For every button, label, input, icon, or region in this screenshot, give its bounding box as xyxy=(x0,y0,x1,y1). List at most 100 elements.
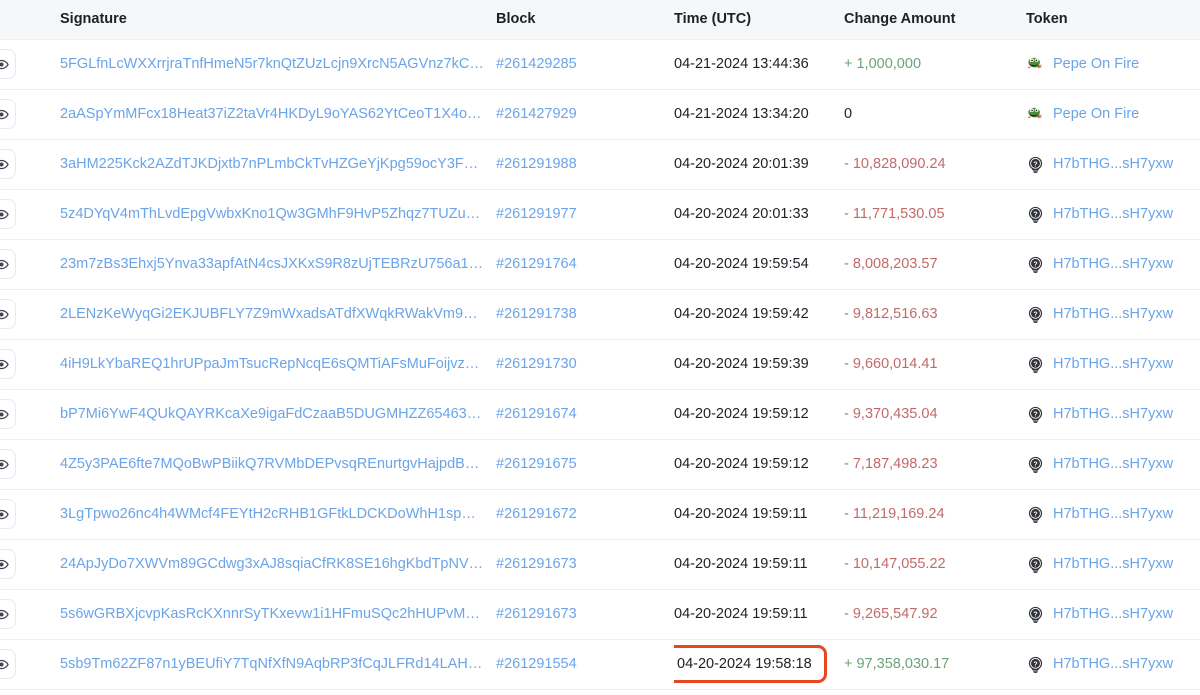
signature-link[interactable]: 5FGLfnLcWXXrrjraTnfHmeN5r7knQtZUzLcjn9Xr… xyxy=(60,56,485,72)
block-link[interactable]: #261291554 xyxy=(496,656,577,672)
time-cell: 04-20-2024 19:59:39 xyxy=(674,339,844,390)
signature-link[interactable]: 4iH9LkYbaREQ1hrUPpaJmTsucRepNcqE6sQMTiAF… xyxy=(60,356,485,372)
block-link[interactable]: #261291738 xyxy=(496,306,577,322)
token-cell: ? H7bTHG...sH7yxw xyxy=(1026,639,1200,690)
block-link[interactable]: #261291675 xyxy=(496,456,577,472)
signature-cell: 5s6wGRBXjcvpKasRcKXnnrSyTKxevw1i1HFmuSQc… xyxy=(30,589,496,640)
time-value: 04-20-2024 19:59:11 xyxy=(674,506,808,522)
eye-icon[interactable] xyxy=(0,149,16,179)
transactions-table-container: Signature Block Time (UTC) Change Amount… xyxy=(0,0,1200,695)
signature-cell: 4Z5y3PAE6fte7MQoBwPBiikQ7RVMbDEPvsqREnur… xyxy=(30,439,496,490)
time-value: 04-21-2024 13:34:20 xyxy=(674,106,809,122)
change-amount-cell: + 97,358,030.17 xyxy=(844,639,1026,690)
block-link[interactable]: #261291988 xyxy=(496,156,577,172)
unknown-token-icon: ? xyxy=(1026,655,1045,674)
token-link[interactable]: H7bTHG...sH7yxw xyxy=(1053,406,1173,422)
row-expand-cell xyxy=(0,339,30,390)
block-link[interactable]: #261291674 xyxy=(496,406,577,422)
table-row[interactable]: 23m7zBs3Ehxj5Ynva33apfAtN4csJXKxS9R8zUjT… xyxy=(0,239,1200,290)
signature-link[interactable]: 5sb9Tm62ZF87n1yBEUfiY7TqNfXfN9AqbRP3fCqJ… xyxy=(60,656,485,672)
block-cell: #261291674 xyxy=(496,389,674,440)
eye-icon[interactable] xyxy=(0,449,16,479)
eye-icon[interactable] xyxy=(0,299,16,329)
token-link[interactable]: H7bTHG...sH7yxw xyxy=(1053,206,1173,222)
block-link[interactable]: #261429285 xyxy=(496,56,577,72)
signature-link[interactable]: 24ApJyDo7XWVm89GCdwg3xAJ8sqiaCfRK8SE16hg… xyxy=(60,556,485,572)
token-link[interactable]: H7bTHG...sH7yxw xyxy=(1053,506,1173,522)
table-row[interactable]: bP7Mi6YwF4QUkQAYRKcaXe9igaFdCzaaB5DUGMHZ… xyxy=(0,389,1200,440)
table-row[interactable]: 2aASpYmMFcx18Heat37iZ2taVr4HKDyL9oYAS62Y… xyxy=(0,89,1200,140)
token-link[interactable]: H7bTHG...sH7yxw xyxy=(1053,556,1173,572)
block-link[interactable]: #261427929 xyxy=(496,106,577,122)
signature-cell: 3aHM225Kck2AZdTJKDjxtb7nPLmbCkTvHZGeYjKp… xyxy=(30,139,496,190)
eye-icon[interactable] xyxy=(0,349,16,379)
block-link[interactable]: #261291672 xyxy=(496,506,577,522)
svg-text:?: ? xyxy=(1033,161,1037,168)
signature-cell: bP7Mi6YwF4QUkQAYRKcaXe9igaFdCzaaB5DUGMHZ… xyxy=(30,389,496,440)
signature-link[interactable]: 4Z5y3PAE6fte7MQoBwPBiikQ7RVMbDEPvsqREnur… xyxy=(60,456,485,472)
time-cell: 04-20-2024 19:59:12 xyxy=(674,389,844,440)
transactions-table: Signature Block Time (UTC) Change Amount… xyxy=(0,0,1200,690)
table-row[interactable]: 24ApJyDo7XWVm89GCdwg3xAJ8sqiaCfRK8SE16hg… xyxy=(0,539,1200,590)
table-row[interactable]: 2LENzKeWyqGi2EKJUBFLY7Z9mWxadsATdfXWqkRW… xyxy=(0,289,1200,340)
eye-icon[interactable] xyxy=(0,249,16,279)
eye-icon[interactable] xyxy=(0,499,16,529)
eye-icon[interactable] xyxy=(0,599,16,629)
signature-link[interactable]: 3LgTpwo26nc4h4WMcf4FEYtH2cRHB1GFtkLDCKDo… xyxy=(60,506,485,522)
signature-link[interactable]: 2aASpYmMFcx18Heat37iZ2taVr4HKDyL9oYAS62Y… xyxy=(60,106,485,122)
token-link[interactable]: H7bTHG...sH7yxw xyxy=(1053,456,1173,472)
token-link[interactable]: H7bTHG...sH7yxw xyxy=(1053,356,1173,372)
token-link[interactable]: H7bTHG...sH7yxw xyxy=(1053,656,1173,672)
table-row[interactable]: 5FGLfnLcWXXrrjraTnfHmeN5r7knQtZUzLcjn9Xr… xyxy=(0,39,1200,90)
block-link[interactable]: #261291764 xyxy=(496,256,577,272)
token-link[interactable]: H7bTHG...sH7yxw xyxy=(1053,306,1173,322)
time-cell: 04-20-2024 19:59:42 xyxy=(674,289,844,340)
signature-link[interactable]: 5z4DYqV4mThLvdEpgVwbxKno1Qw3GMhF9HvP5Zhq… xyxy=(60,206,485,222)
signature-link[interactable]: 23m7zBs3Ehxj5Ynva33apfAtN4csJXKxS9R8zUjT… xyxy=(60,256,485,272)
block-link[interactable]: #261291673 xyxy=(496,606,577,622)
signature-link[interactable]: bP7Mi6YwF4QUkQAYRKcaXe9igaFdCzaaB5DUGMHZ… xyxy=(60,406,485,422)
table-row[interactable]: 4Z5y3PAE6fte7MQoBwPBiikQ7RVMbDEPvsqREnur… xyxy=(0,439,1200,490)
eye-icon[interactable] xyxy=(0,199,16,229)
table-row[interactable]: 4iH9LkYbaREQ1hrUPpaJmTsucRepNcqE6sQMTiAF… xyxy=(0,339,1200,390)
table-row[interactable]: 3aHM225Kck2AZdTJKDjxtb7nPLmbCkTvHZGeYjKp… xyxy=(0,139,1200,190)
token-link[interactable]: H7bTHG...sH7yxw xyxy=(1053,256,1173,272)
signature-cell: 4iH9LkYbaREQ1hrUPpaJmTsucRepNcqE6sQMTiAF… xyxy=(30,339,496,390)
block-link[interactable]: #261291730 xyxy=(496,356,577,372)
signature-cell: 24ApJyDo7XWVm89GCdwg3xAJ8sqiaCfRK8SE16hg… xyxy=(30,539,496,590)
svg-text:?: ? xyxy=(1033,311,1037,318)
table-header-row: Signature Block Time (UTC) Change Amount… xyxy=(0,0,1200,40)
token-link[interactable]: Pepe On Fire xyxy=(1053,106,1139,122)
token-link[interactable]: H7bTHG...sH7yxw xyxy=(1053,606,1173,622)
change-amount-value: - 9,370,435.04 xyxy=(844,406,938,422)
signature-link[interactable]: 2LENzKeWyqGi2EKJUBFLY7Z9mWxadsATdfXWqkRW… xyxy=(60,306,485,322)
block-link[interactable]: #261291977 xyxy=(496,206,577,222)
eye-icon[interactable] xyxy=(0,399,16,429)
change-amount-value: + 97,358,030.17 xyxy=(844,656,950,672)
table-row[interactable]: 5s6wGRBXjcvpKasRcKXnnrSyTKxevw1i1HFmuSQc… xyxy=(0,589,1200,640)
time-value: 04-20-2024 19:59:54 xyxy=(674,256,809,272)
token-link[interactable]: Pepe On Fire xyxy=(1053,56,1139,72)
change-amount-cell: - 7,187,498.23 xyxy=(844,439,1026,490)
eye-icon[interactable] xyxy=(0,549,16,579)
signature-link[interactable]: 3aHM225Kck2AZdTJKDjxtb7nPLmbCkTvHZGeYjKp… xyxy=(60,156,485,172)
block-cell: #261291673 xyxy=(496,589,674,640)
table-row[interactable]: 5z4DYqV4mThLvdEpgVwbxKno1Qw3GMhF9HvP5Zhq… xyxy=(0,189,1200,240)
time-cell: 04-20-2024 19:59:11 xyxy=(674,539,844,590)
change-amount-cell: - 9,812,516.63 xyxy=(844,289,1026,340)
column-header-block: Block xyxy=(496,0,674,40)
token-link[interactable]: H7bTHG...sH7yxw xyxy=(1053,156,1173,172)
table-row[interactable]: 5sb9Tm62ZF87n1yBEUfiY7TqNfXfN9AqbRP3fCqJ… xyxy=(0,639,1200,690)
svg-text:?: ? xyxy=(1033,611,1037,618)
eye-icon[interactable] xyxy=(0,49,16,79)
token-cell: ? H7bTHG...sH7yxw xyxy=(1026,189,1200,240)
row-expand-cell xyxy=(0,289,30,340)
table-row[interactable]: 3LgTpwo26nc4h4WMcf4FEYtH2cRHB1GFtkLDCKDo… xyxy=(0,489,1200,540)
time-value: 04-21-2024 13:44:36 xyxy=(674,56,809,72)
signature-link[interactable]: 5s6wGRBXjcvpKasRcKXnnrSyTKxevw1i1HFmuSQc… xyxy=(60,606,485,622)
eye-icon[interactable] xyxy=(0,99,16,129)
eye-icon[interactable] xyxy=(0,649,16,679)
pepe-token-icon xyxy=(1026,104,1045,124)
block-cell: #261429285 xyxy=(496,39,674,90)
block-link[interactable]: #261291673 xyxy=(496,556,577,572)
